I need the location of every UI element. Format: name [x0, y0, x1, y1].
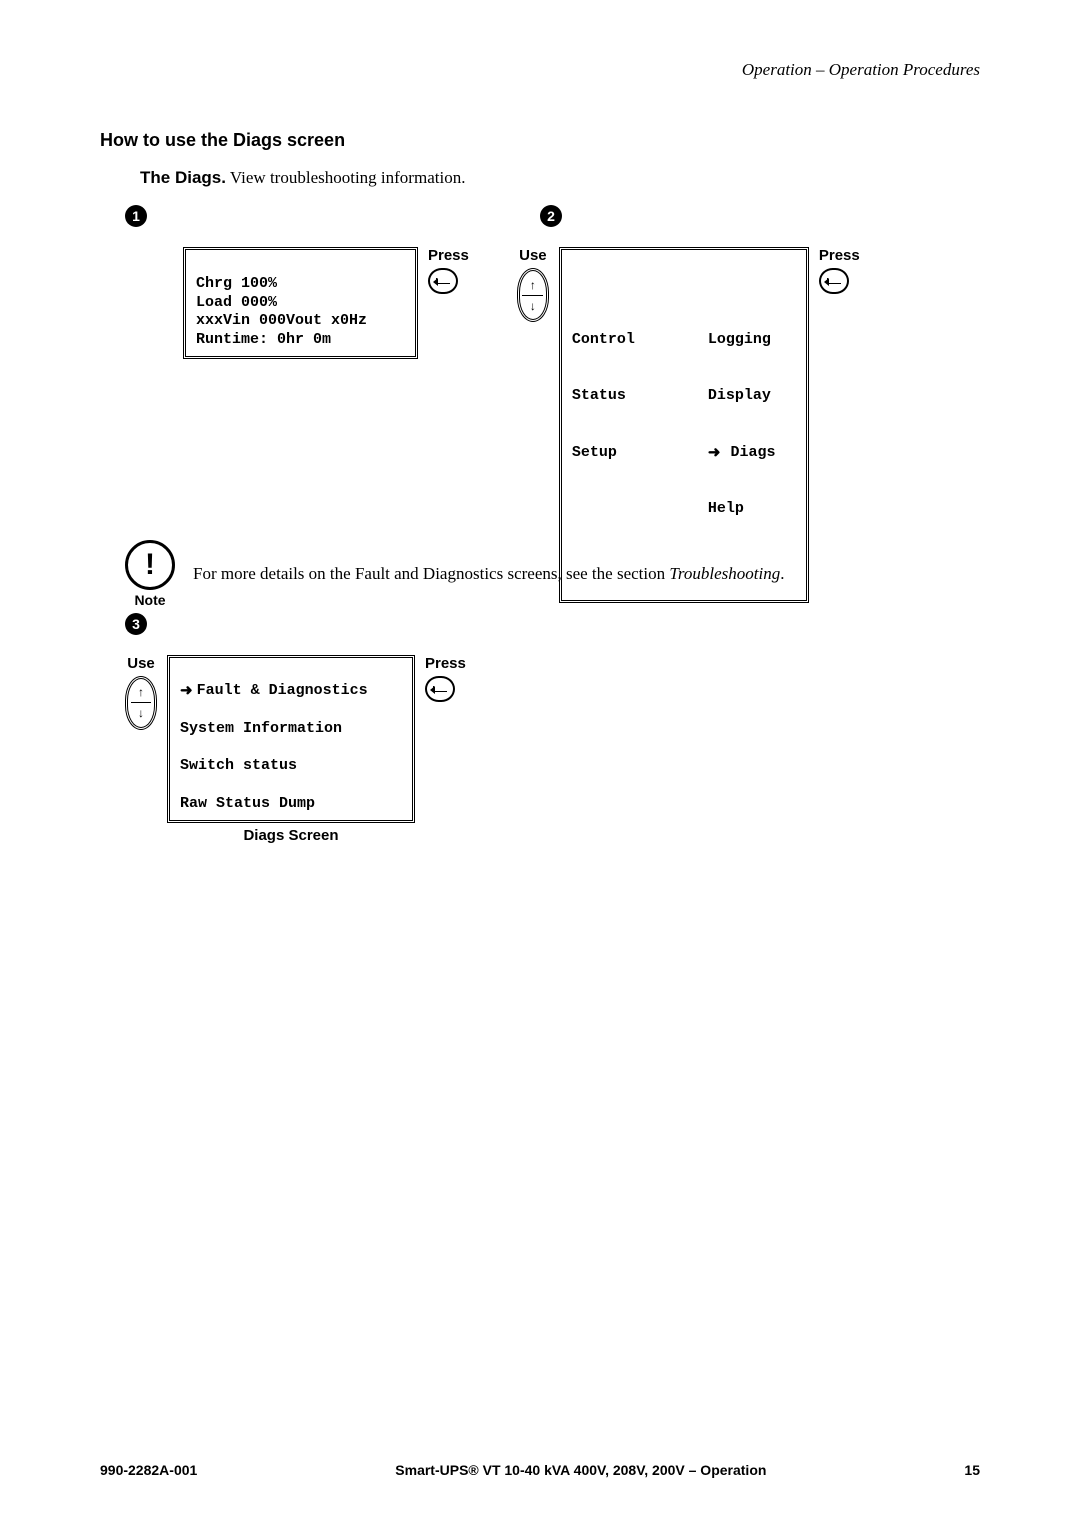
lcd-screen-status: Chrg 100% Load 000% xxxVin 000Vout x0Hz … — [183, 247, 418, 359]
step-badge-1: 1 — [125, 205, 147, 227]
menu-item-selected: ➜ Fault & Diagnostics — [180, 682, 402, 701]
step-badge-3: 3 — [125, 613, 147, 635]
menu-item: Raw Status Dump — [180, 795, 402, 814]
menu-item: Control — [572, 331, 680, 350]
note-text: For more details on the Fault and Diagno… — [193, 564, 784, 584]
lcd-line: Load 000% — [196, 294, 277, 311]
diags-screen-caption: Diags Screen — [167, 827, 415, 844]
use-label: Use — [125, 655, 157, 672]
menu-item: Help — [708, 500, 816, 519]
use-label: Use — [517, 247, 549, 264]
menu-item: Switch status — [180, 757, 402, 776]
intro-bold: The Diags. — [140, 168, 226, 187]
press-label: Press — [425, 655, 466, 672]
enter-button-icon — [428, 268, 458, 294]
intro-paragraph: The Diags. View troubleshooting informat… — [140, 168, 465, 188]
note-icon: ! — [125, 540, 175, 590]
selector-arrow-icon: ➜ — [708, 444, 721, 463]
page-footer: 990-2282A-001 Smart-UPS® VT 10-40 kVA 40… — [100, 1462, 980, 1478]
menu-item: Setup — [572, 444, 680, 463]
doc-title: Smart-UPS® VT 10-40 kVA 400V, 208V, 200V… — [395, 1462, 766, 1478]
intro-text: View troubleshooting information. — [226, 168, 465, 187]
lcd-screen-diags: ➜ Fault & Diagnostics System Information… — [167, 655, 415, 823]
section-title: How to use the Diags screen — [100, 130, 345, 151]
press-label: Press — [428, 247, 469, 264]
page-number: 15 — [964, 1462, 980, 1478]
lcd-line: Runtime: 0hr 0m — [196, 331, 331, 348]
menu-item: Status — [572, 387, 680, 406]
note-label: Note — [125, 592, 175, 608]
enter-button-icon — [425, 676, 455, 702]
up-down-button-icon — [517, 268, 549, 322]
doc-number: 990-2282A-001 — [100, 1462, 197, 1478]
press-label: Press — [819, 247, 860, 264]
step-badge-2: 2 — [540, 205, 562, 227]
arrow-up-icon — [138, 683, 144, 701]
diagram-area: 1 2 Chrg 100% Load 000% xxxVin 000Vout x… — [125, 205, 995, 854]
menu-item: System Information — [180, 720, 402, 739]
selector-arrow-icon: ➜ — [180, 682, 193, 701]
page-header: Operation – Operation Procedures — [742, 60, 980, 80]
enter-button-icon — [819, 268, 849, 294]
step-3: Use ➜ Fault & Diagnostics System Informa… — [125, 655, 466, 844]
lcd-line: xxxVin 000Vout x0Hz — [196, 312, 367, 329]
arrow-up-icon — [530, 276, 536, 294]
menu-item: Display — [708, 387, 816, 406]
step-1: Chrg 100% Load 000% xxxVin 000Vout x0Hz … — [125, 247, 469, 359]
arrow-down-icon — [530, 297, 536, 315]
note-block: ! Note For more details on the Fault and… — [125, 540, 784, 608]
menu-item-selected: ➜Diags — [708, 444, 816, 463]
arrow-down-icon — [138, 704, 144, 722]
menu-item: Logging — [708, 331, 816, 350]
up-down-button-icon — [125, 676, 157, 730]
lcd-line: Chrg 100% — [196, 275, 277, 292]
